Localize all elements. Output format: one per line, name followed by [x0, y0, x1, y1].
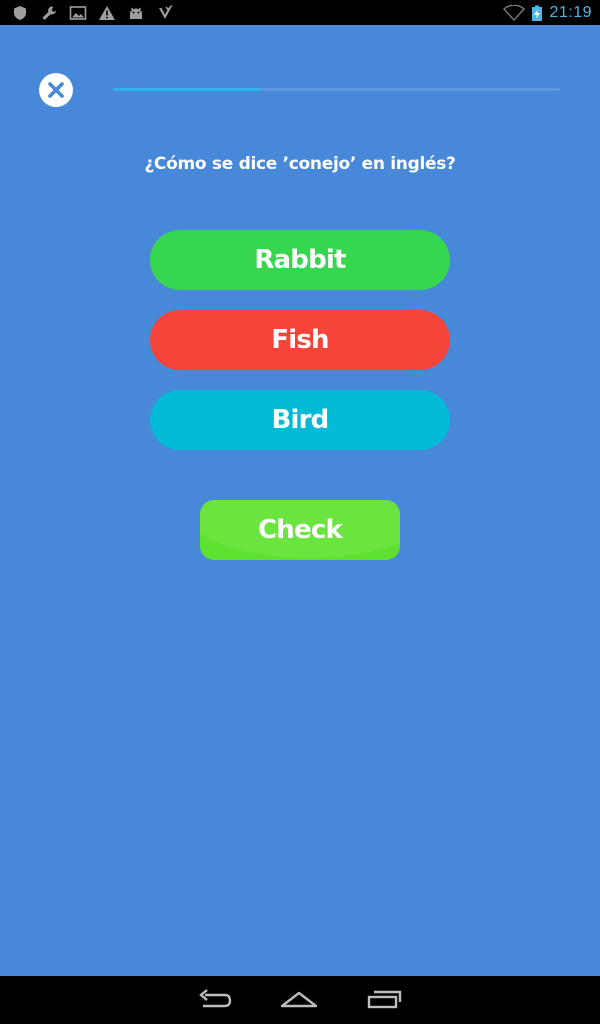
answer-option-bird[interactable]: Bird — [150, 390, 450, 450]
check-button[interactable]: Check — [200, 500, 400, 560]
recents-button[interactable] — [364, 984, 404, 1016]
progress-fill — [113, 88, 261, 91]
home-icon — [280, 991, 318, 1008]
recents-icon — [367, 990, 402, 1009]
close-button[interactable] — [39, 73, 73, 107]
progress-bar — [113, 88, 560, 91]
warning-icon — [98, 5, 116, 21]
home-button[interactable] — [279, 984, 319, 1016]
status-clock: 21:19 — [549, 3, 592, 21]
close-icon — [48, 82, 64, 98]
wrench-icon — [40, 5, 58, 21]
download-check-icon — [156, 4, 174, 21]
status-bar: 21:19 — [0, 0, 600, 25]
image-icon — [69, 5, 87, 21]
back-icon — [199, 989, 232, 1008]
android-icon — [127, 5, 145, 21]
answer-option-fish[interactable]: Fish — [150, 310, 450, 370]
battery-charging-icon — [531, 5, 543, 21]
answer-option-rabbit[interactable]: Rabbit — [150, 230, 450, 290]
check-button-label: Check — [258, 515, 343, 545]
shield-icon — [11, 5, 29, 21]
navigation-bar — [0, 976, 600, 1024]
quiz-screen: 21:19 ¿Cómo se dice ’conejo’ en inglés? … — [0, 0, 600, 1024]
wifi-icon — [503, 4, 526, 21]
back-button[interactable] — [195, 984, 235, 1016]
question-text: ¿Cómo se dice ’conejo’ en inglés? — [144, 154, 456, 174]
